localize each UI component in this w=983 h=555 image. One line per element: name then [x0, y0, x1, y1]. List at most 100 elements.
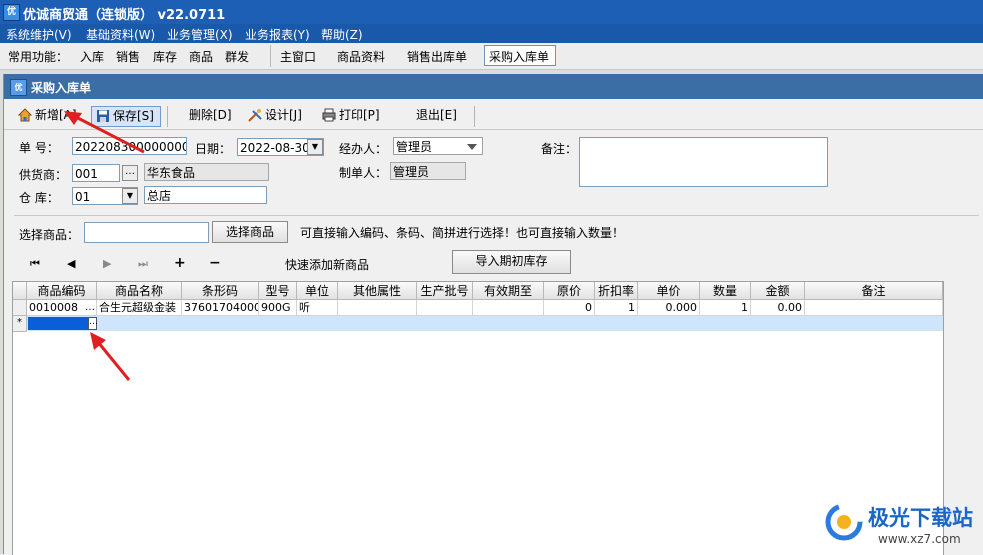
tab-purchase-inbound[interactable]: 采购入库单	[489, 48, 549, 65]
cell-unit-price[interactable]: 0.000	[638, 300, 700, 316]
menu-business[interactable]: 业务管理(X)	[167, 26, 233, 43]
col-header-expiry[interactable]: 有效期至	[473, 282, 544, 300]
cell-model[interactable]: 900G	[259, 300, 297, 316]
col-header-batch[interactable]: 生产批号	[417, 282, 473, 300]
design-tools-icon	[248, 109, 262, 122]
tab-sales-outbound[interactable]: 销售出库单	[407, 48, 467, 65]
active-cell-editor[interactable]	[28, 317, 88, 330]
input-hint-text: 可直接输入编码、条码、简拼进行选择！也可直接输入数量！	[300, 226, 625, 240]
note-label: 备注：	[541, 142, 578, 156]
col-header-discount[interactable]: 折扣率	[595, 282, 638, 300]
warehouse-name-field: 总店	[144, 186, 267, 204]
save-button[interactable]: 保存[S]	[91, 106, 161, 127]
import-opening-stock-button[interactable]: 导入期初库存	[452, 250, 571, 274]
col-header-model[interactable]: 型号	[259, 282, 297, 300]
app-logo-icon: 优	[3, 4, 20, 21]
quick-stock-in[interactable]: 入库	[80, 48, 104, 65]
tab-main-window[interactable]: 主窗口	[280, 48, 316, 65]
next-record-button[interactable]: ▶	[103, 257, 111, 270]
printer-icon	[322, 108, 336, 122]
cell-amount[interactable]: 0.00	[751, 300, 805, 316]
quick-sales[interactable]: 销售	[116, 48, 140, 65]
cell-batch[interactable]	[417, 300, 473, 316]
home-icon	[18, 108, 32, 122]
exit-button[interactable]: 退出[E]	[416, 106, 457, 125]
purchase-inbound-window: 优 采购入库单 新增[A] 保存[S] 删除[D] 设计[J] 打印[P] 退出…	[3, 74, 983, 555]
new-row[interactable]	[27, 316, 943, 331]
row-indicator-header	[13, 282, 27, 300]
col-header-unit-price[interactable]: 单价	[638, 282, 700, 300]
remove-row-button[interactable]: −	[209, 255, 221, 271]
order-no-field[interactable]: 2022083000000001	[72, 137, 187, 155]
design-button-label: 设计[J]	[265, 108, 302, 122]
watermark-url: www.xz7.com	[878, 532, 961, 546]
cell-original-price[interactable]: 0	[544, 300, 595, 316]
col-header-attributes[interactable]: 其他属性	[338, 282, 417, 300]
date-dropdown-button[interactable]: ▼	[307, 139, 323, 155]
add-row-button[interactable]: +	[174, 255, 186, 271]
form-divider	[14, 215, 979, 216]
cell-code[interactable]: 0010008…	[27, 300, 97, 316]
delete-button[interactable]: 删除[D]	[189, 106, 232, 125]
watermark: 极光下载站 www.xz7.com	[822, 496, 982, 552]
col-header-code[interactable]: 商品编码	[27, 282, 97, 300]
cell-quantity[interactable]: 1	[700, 300, 751, 316]
quick-broadcast[interactable]: 群发	[225, 48, 249, 65]
cell-discount[interactable]: 1	[595, 300, 638, 316]
quick-inventory[interactable]: 库存	[153, 48, 177, 65]
quick-function-bar: 常用功能： 入库 销售 库存 商品 群发 主窗口 商品资料 销售出库单 采购入库…	[0, 43, 983, 70]
supplier-lookup-button[interactable]: …	[122, 165, 138, 181]
ellipsis-icon[interactable]: …	[88, 317, 98, 330]
print-button-label: 打印[P]	[339, 108, 380, 122]
col-header-remark[interactable]: 备注	[805, 282, 943, 300]
quick-products[interactable]: 商品	[189, 48, 213, 65]
exit-button-label: 退出[E]	[416, 108, 457, 122]
col-header-amount[interactable]: 金额	[751, 282, 805, 300]
select-product-button[interactable]: 选择商品	[212, 221, 288, 243]
window-title: 采购入库单	[31, 81, 92, 95]
brand-logo-icon	[825, 503, 863, 541]
new-button-label: 新增[A]	[35, 108, 77, 122]
last-record-button[interactable]: ⏭	[138, 257, 148, 271]
quick-add-product-link[interactable]: 快速添加新商品	[285, 256, 369, 273]
col-header-original-price[interactable]: 原价	[544, 282, 595, 300]
note-field[interactable]	[579, 137, 828, 187]
handler-select[interactable]: 管理员	[393, 137, 483, 155]
select-product-input[interactable]	[84, 222, 209, 243]
ellipsis-icon[interactable]: …	[85, 300, 95, 315]
supplier-code-field[interactable]: 001	[72, 164, 120, 182]
watermark-brand: 极光下载站	[868, 506, 973, 530]
product-grid[interactable]: 商品编码 商品名称 条形码 型号 单位 其他属性 生产批号 有效期至 原价 折扣…	[12, 281, 944, 555]
first-record-button[interactable]: ⏮	[30, 257, 40, 271]
quickbar-divider	[270, 45, 271, 67]
menu-system[interactable]: 系统维护(V)	[6, 26, 72, 43]
new-button[interactable]: 新增[A]	[18, 106, 77, 125]
cell-unit[interactable]: 听	[297, 300, 338, 316]
menu-basic-data[interactable]: 基础资料(W)	[86, 26, 155, 43]
col-header-barcode[interactable]: 条形码	[182, 282, 259, 300]
quick-label: 常用功能：	[8, 50, 69, 64]
col-header-unit[interactable]: 单位	[297, 282, 338, 300]
prev-record-button[interactable]: ◀	[67, 257, 75, 270]
design-button[interactable]: 设计[J]	[248, 106, 302, 125]
delete-button-label: 删除[D]	[189, 108, 232, 122]
cell-remark[interactable]	[805, 300, 943, 316]
cell-attributes[interactable]	[338, 300, 417, 316]
window-title-bar: 优 采购入库单	[4, 74, 983, 99]
menu-help[interactable]: 帮助(Z)	[321, 26, 363, 43]
app-title-bar: 优 优诚商贸通（连锁版） v22.0711	[0, 0, 983, 24]
tab-product-data[interactable]: 商品资料	[337, 48, 385, 65]
col-header-name[interactable]: 商品名称	[97, 282, 182, 300]
menu-reports[interactable]: 业务报表(Y)	[245, 26, 310, 43]
print-button[interactable]: 打印[P]	[322, 106, 380, 125]
cell-expiry[interactable]	[473, 300, 544, 316]
floppy-disk-icon	[97, 110, 109, 122]
toolbar: 新增[A] 保存[S] 删除[D] 设计[J] 打印[P] 退出[E]	[4, 102, 983, 130]
handler-label: 经办人：	[339, 142, 388, 156]
col-header-quantity[interactable]: 数量	[700, 282, 751, 300]
new-row-marker[interactable]: *	[13, 316, 27, 332]
row-indicator[interactable]	[13, 300, 27, 316]
cell-barcode[interactable]: 376017040003	[182, 300, 259, 316]
cell-name[interactable]: 合生元超级金装	[97, 300, 182, 316]
warehouse-dropdown-button[interactable]: ▼	[122, 188, 138, 204]
